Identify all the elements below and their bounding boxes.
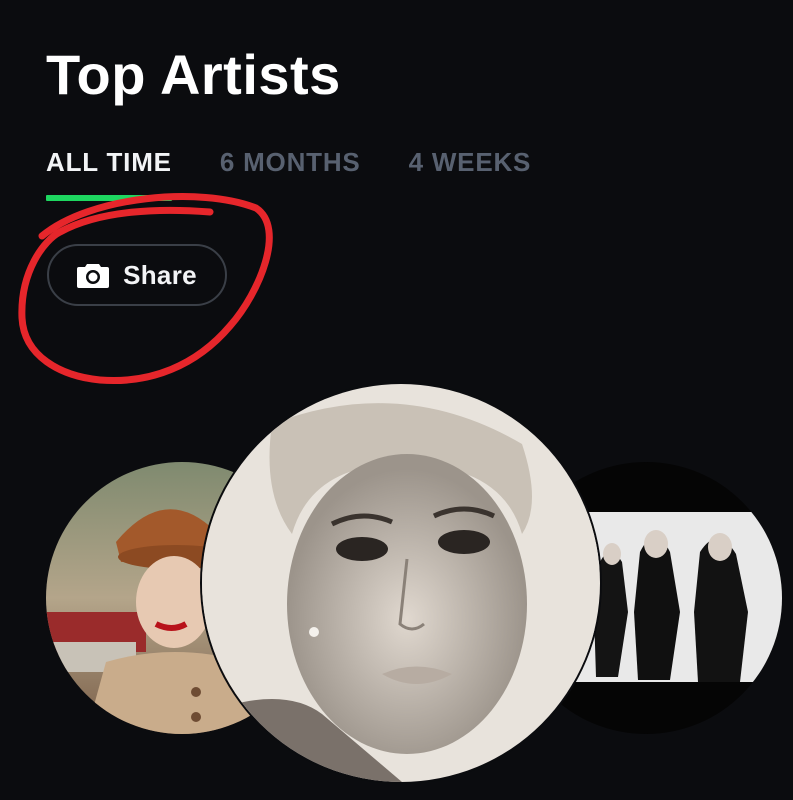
camera-icon [77,262,110,288]
tab-6-months-label: 6 MONTHS [219,147,361,177]
share-button[interactable]: Share [47,244,227,306]
time-range-tabs: ALL TIME 6 MONTHS 4 WEEKS [46,144,532,201]
artist-photo-monochrome-portrait [202,384,600,782]
tab-6-months[interactable]: 6 MONTHS [220,144,361,194]
tab-4-weeks[interactable]: 4 WEEKS [409,144,532,194]
page-title: Top Artists [46,43,341,106]
artist-avatar-center[interactable] [202,384,600,782]
tab-all-time[interactable]: ALL TIME [46,144,172,201]
active-tab-indicator [46,195,172,201]
tab-4-weeks-label: 4 WEEKS [408,147,532,177]
share-button-label: Share [123,259,197,290]
tab-all-time-label: ALL TIME [46,147,172,177]
